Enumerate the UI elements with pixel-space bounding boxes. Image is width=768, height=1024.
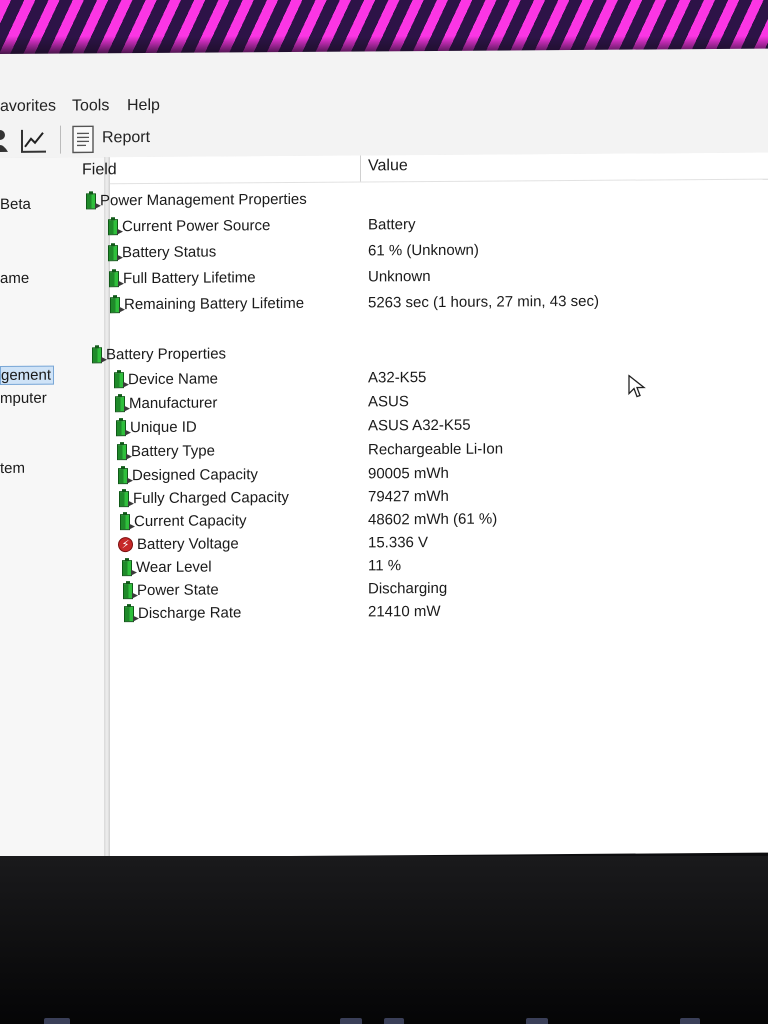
table-row[interactable]: Battery Status 61 % (Unknown)	[108, 239, 768, 266]
monitor-bezel-bottom	[0, 856, 768, 1024]
battery-icon	[119, 490, 129, 507]
table-row[interactable]: Remaining Battery Lifetime 5263 sec (1 h…	[110, 291, 768, 318]
field-value: 11 %	[368, 557, 402, 575]
toolbar-separator	[60, 125, 61, 154]
table-row[interactable]: Current Power Source Battery	[108, 213, 768, 240]
field-label: Device Name	[128, 370, 219, 389]
section-header[interactable]: Power Management Properties	[86, 187, 768, 214]
field-value: Rechargeable Li-Ion	[368, 440, 504, 459]
column-header: Field Value	[82, 152, 768, 185]
battery-icon	[123, 582, 133, 599]
field-value: Unknown	[368, 267, 431, 286]
table-row[interactable]: Unique ID ASUS A32-K55	[110, 414, 768, 441]
column-divider[interactable]	[360, 155, 361, 182]
properties-list: Field Value Power Management Properties …	[82, 152, 768, 858]
field-label: Battery Type	[131, 442, 215, 461]
battery-icon	[118, 467, 128, 484]
field-value: 21410 mW	[368, 602, 441, 621]
battery-icon	[86, 192, 96, 209]
table-row[interactable]: ⚡ Battery Voltage 15.336 V	[110, 531, 768, 558]
table-row[interactable]: Device Name A32-K55	[110, 366, 768, 393]
field-value: 90005 mWh	[368, 464, 449, 483]
field-value: 15.336 V	[368, 534, 429, 552]
field-label: Manufacturer	[129, 394, 218, 413]
field-label: Remaining Battery Lifetime	[124, 294, 305, 314]
tree-item-power-management[interactable]: gement	[0, 365, 55, 385]
field-label: Unique ID	[130, 418, 197, 437]
tree-item[interactable]: tem	[0, 460, 25, 477]
field-value: 48602 mWh (61 %)	[368, 510, 498, 529]
field-label: Current Capacity	[134, 512, 247, 531]
user-icon[interactable]	[0, 128, 10, 157]
battery-icon	[116, 419, 126, 436]
field-label: Power State	[137, 581, 219, 600]
table-row[interactable]: Manufacturer ASUS	[110, 390, 768, 417]
battery-icon	[117, 443, 127, 460]
field-value: Battery	[368, 216, 416, 234]
table-row[interactable]: Full Battery Lifetime Unknown	[109, 265, 768, 292]
table-row[interactable]: Power State Discharging	[110, 577, 768, 604]
field-value: A32-K55	[368, 369, 427, 387]
battery-icon	[109, 270, 119, 287]
field-value: Discharging	[368, 579, 448, 598]
battery-icon	[115, 395, 125, 412]
field-label: Fully Charged Capacity	[133, 488, 289, 508]
report-icon[interactable]	[72, 125, 94, 158]
field-label: Battery Status	[122, 243, 217, 262]
mouse-cursor-icon	[628, 374, 646, 403]
tree-item[interactable]: Beta	[0, 196, 31, 213]
field-label: Battery Voltage	[137, 535, 239, 554]
table-row[interactable]: Designed Capacity 90005 mWh	[110, 462, 768, 489]
field-value: 61 % (Unknown)	[368, 241, 479, 260]
section-header[interactable]: Battery Properties	[92, 341, 768, 368]
table-row[interactable]: Current Capacity 48602 mWh (61 %)	[110, 508, 768, 535]
voltage-icon: ⚡	[118, 537, 133, 553]
battery-icon	[108, 218, 118, 235]
menu-bar: avorites Tools Help	[0, 89, 768, 120]
app-window: avorites Tools Help Report Beta ame geme…	[0, 48, 768, 858]
table-row[interactable]: Wear Level 11 %	[110, 554, 768, 581]
battery-icon	[92, 346, 102, 363]
field-value: 79427 mWh	[368, 487, 449, 506]
battery-icon	[110, 296, 120, 313]
field-value: 5263 sec (1 hours, 27 min, 43 sec)	[368, 292, 599, 312]
field-label: Full Battery Lifetime	[123, 269, 256, 288]
battery-icon	[108, 244, 118, 261]
column-header-field[interactable]: Field	[82, 161, 117, 179]
chart-icon[interactable]	[20, 128, 48, 159]
table-row[interactable]: Fully Charged Capacity 79427 mWh	[110, 485, 768, 512]
menu-tools[interactable]: Tools	[72, 97, 109, 115]
tree-item[interactable]: mputer	[0, 390, 47, 407]
tree-item[interactable]: ame	[0, 270, 29, 287]
table-row[interactable]: Battery Type Rechargeable Li-Ion	[110, 438, 768, 465]
section-title: Power Management Properties	[86, 191, 307, 210]
battery-icon	[122, 559, 132, 576]
report-button[interactable]: Report	[102, 129, 150, 147]
battery-icon	[124, 605, 134, 622]
column-header-value[interactable]: Value	[368, 157, 408, 175]
menu-favorites[interactable]: avorites	[0, 98, 56, 116]
field-label: Wear Level	[136, 558, 212, 577]
field-value: ASUS	[368, 393, 409, 411]
section-title: Battery Properties	[92, 345, 226, 363]
menu-help[interactable]: Help	[127, 97, 160, 115]
field-label: Discharge Rate	[138, 604, 242, 623]
table-row[interactable]: Discharge Rate 21410 mW	[110, 600, 768, 627]
taskbar-edge	[0, 1014, 768, 1024]
navigation-tree: Beta ame gement mputer tem	[0, 157, 105, 858]
battery-icon	[120, 513, 130, 530]
field-label: Designed Capacity	[132, 466, 258, 485]
battery-icon	[114, 371, 124, 388]
field-value: ASUS A32-K55	[368, 416, 471, 435]
field-label: Current Power Source	[122, 217, 271, 236]
